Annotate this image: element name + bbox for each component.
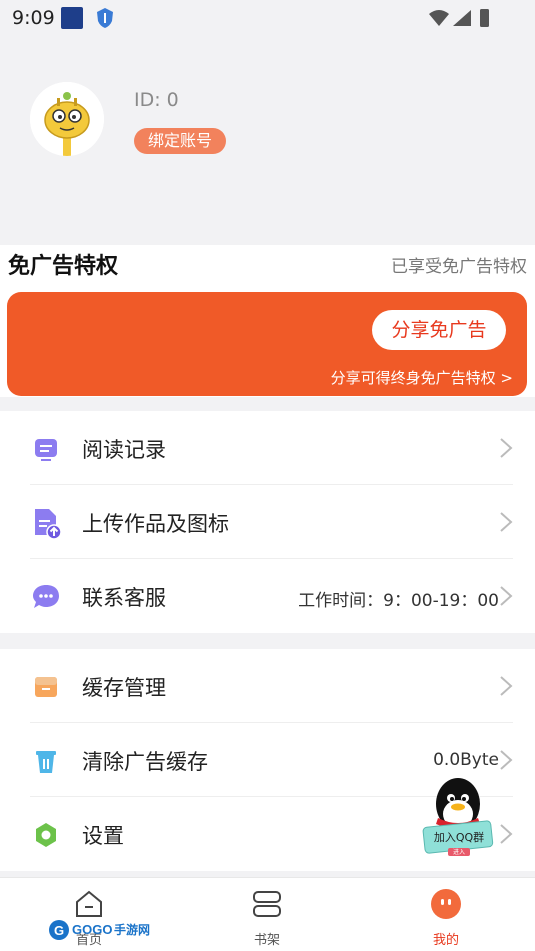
notification-app-icon: [61, 7, 83, 29]
tab-label: 书架: [253, 933, 280, 948]
menu-item-label: 缓存管理: [82, 676, 166, 700]
cache-box-icon: [35, 677, 57, 697]
avatar[interactable]: [30, 82, 104, 156]
qq-badge-label: 加入QQ群: [433, 831, 485, 844]
chevron-right-icon: [500, 512, 513, 532]
svg-text:G: G: [54, 923, 64, 938]
status-bar: 9:09: [0, 0, 535, 38]
join-qq-group-badge[interactable]: 加入QQ群 进入: [408, 776, 506, 860]
chevron-right-icon: [500, 676, 513, 696]
trash-icon: [36, 751, 56, 773]
menu-item-upload-works[interactable]: 上传作品及图标: [30, 485, 513, 559]
profile-face-icon: [431, 889, 461, 919]
shield-icon: [97, 8, 113, 28]
upload-file-icon: [35, 509, 62, 539]
ad-free-title: 免广告特权: [8, 254, 119, 279]
tab-home[interactable]: 首页 G GOGO 手游网: [0, 878, 178, 951]
user-id: ID: 0: [134, 89, 179, 111]
chat-bubble-icon: [33, 585, 59, 608]
giraffe-avatar-icon: [30, 82, 104, 156]
tab-bookshelf[interactable]: 书架: [178, 878, 356, 951]
menu-item-label: 清除广告缓存: [82, 750, 208, 774]
tab-mine[interactable]: 我的: [357, 878, 535, 951]
bookshelf-icon: [253, 891, 281, 917]
bind-account-button[interactable]: 绑定账号: [134, 128, 227, 154]
ad-free-status: 已享受免广告特权: [391, 257, 527, 277]
menu-item-label: 联系客服: [82, 586, 166, 610]
share-ad-free-button[interactable]: 分享免广告: [372, 310, 506, 350]
reading-history-icon: [35, 439, 57, 461]
gogo-watermark-logo: G GOGO 手游网: [48, 916, 152, 944]
working-hours-value: 工作时间：9：00-19：00: [298, 591, 499, 611]
menu-item-label: 设置: [82, 824, 124, 848]
menu-item-label: 阅读记录: [82, 438, 166, 462]
share-tip-link[interactable]: 分享可得终身免广告特权 >: [331, 367, 513, 388]
system-status-icons: [429, 9, 489, 27]
chevron-right-icon: [500, 750, 513, 770]
settings-hexagon-icon: [36, 823, 56, 847]
svg-text:GOGO: GOGO: [72, 922, 112, 937]
menu-group-1: 阅读记录 上传作品及图标 联系客服 工作时间：9：00-19：00: [0, 411, 535, 633]
tab-label: 我的: [432, 933, 459, 948]
menu-item-customer-service[interactable]: 联系客服 工作时间：9：00-19：00: [30, 559, 513, 633]
status-time: 9:09: [12, 7, 55, 29]
chevron-right-icon: [500, 586, 513, 606]
menu-item-label: 上传作品及图标: [82, 512, 229, 536]
menu-item-reading-history[interactable]: 阅读记录: [30, 411, 513, 485]
bottom-tab-bar: 首页 G GOGO 手游网 书架 我的: [0, 877, 535, 951]
menu-item-cache-management[interactable]: 缓存管理: [30, 649, 513, 723]
svg-text:手游网: 手游网: [114, 922, 150, 937]
chevron-right-icon: [500, 438, 513, 458]
qq-badge-enter: 进入: [452, 849, 465, 856]
ad-cache-size-value: 0.0Byte: [433, 750, 499, 770]
